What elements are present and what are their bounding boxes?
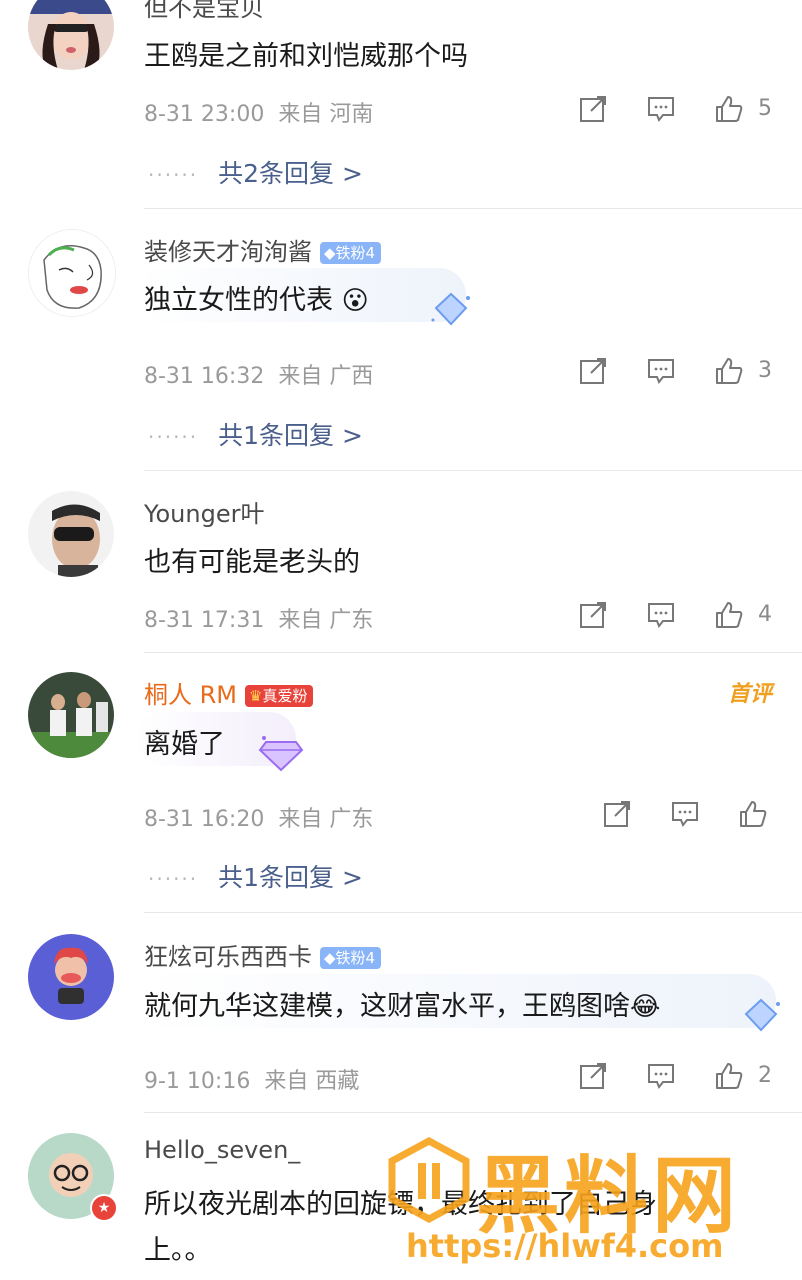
like-icon[interactable] <box>714 600 744 630</box>
comment-meta: 8-31 23:00 来自 河南 <box>144 96 373 128</box>
comment-location: 来自 西藏 <box>264 1069 360 1094</box>
username[interactable]: Younger叶 <box>144 494 264 529</box>
comment-meta: 8-31 16:20 来自 广东 <box>144 801 373 833</box>
divider <box>144 470 802 471</box>
comment-text-line2: 上。。 <box>144 1235 212 1266</box>
view-replies-link[interactable]: ······ 共1条回复 > <box>148 416 363 452</box>
comment-date: 8-31 23:00 <box>144 102 265 127</box>
reply-count[interactable]: 共1条回复 > <box>218 863 363 892</box>
reply-dots: ······ <box>148 867 199 891</box>
reply-count[interactable]: 共2条回复 > <box>218 159 363 188</box>
avatar[interactable] <box>28 934 114 1020</box>
like-icon[interactable] <box>714 356 744 386</box>
surprised-emoji-icon: 😮 <box>341 286 369 316</box>
comment-date: 9-1 10:16 <box>144 1069 251 1094</box>
username: 桐人 RM ♛真爱粉 <box>144 675 314 710</box>
comment-date: 8-31 16:32 <box>144 364 265 389</box>
first-comment-label: 首评 <box>727 682 772 707</box>
crown-icon: ♛ <box>249 687 263 705</box>
share-icon[interactable] <box>578 600 608 630</box>
divider <box>144 912 802 913</box>
share-icon[interactable] <box>602 799 632 829</box>
purple-gem-icon <box>258 736 304 772</box>
share-icon[interactable] <box>578 94 608 124</box>
iron-fan-badge: ◆铁粉4 <box>320 242 382 264</box>
divider <box>144 652 802 653</box>
like-count: 3 <box>758 358 772 383</box>
watermark: 黑料网 https://hlwf4.com <box>388 1135 788 1265</box>
comment-icon[interactable] <box>646 600 676 630</box>
verified-badge-icon: ★ <box>90 1194 118 1222</box>
badge-label: 铁粉4 <box>335 949 376 967</box>
share-icon[interactable] <box>578 1061 608 1091</box>
reply-dots: ······ <box>148 163 199 187</box>
comment-meta: 9-1 10:16 来自 西藏 <box>144 1063 359 1095</box>
comment-icon[interactable] <box>670 799 700 829</box>
comment-icon[interactable] <box>646 94 676 124</box>
laugh-cry-emoji-icon: 😂 <box>630 992 661 1022</box>
view-replies-link[interactable]: ······ 共2条回复 > <box>148 154 363 190</box>
comment-meta: 8-31 16:32 来自 广西 <box>144 358 373 390</box>
diamond-sparkle-icon <box>744 998 780 1032</box>
view-replies-link[interactable]: ······ 共1条回复 > <box>148 858 363 894</box>
like-icon[interactable] <box>714 1061 744 1091</box>
username-text[interactable]: 桐人 RM <box>144 681 237 709</box>
username-text[interactable]: 装修天才洵洵酱 <box>144 238 312 266</box>
like-count: 4 <box>758 602 772 627</box>
watermark-logo-icon <box>388 1137 470 1223</box>
comment-text: 王鸥是之前和刘恺威那个吗 <box>144 41 468 72</box>
like-icon[interactable] <box>738 799 768 829</box>
like-icon[interactable] <box>714 94 744 124</box>
comment-text-body: 独立女性的代表 <box>144 285 333 316</box>
comment-date: 8-31 17:31 <box>144 608 265 633</box>
like-count: 2 <box>758 1063 772 1088</box>
action-bar: 2 <box>578 1061 778 1093</box>
badge-label: 铁粉4 <box>335 244 376 262</box>
action-bar: 5 <box>578 94 778 126</box>
username: 装修天才洵洵酱 ◆铁粉4 <box>144 232 382 267</box>
username: 狂炫可乐西西卡 ◆铁粉4 <box>144 937 382 972</box>
avatar[interactable] <box>28 672 114 758</box>
comment-location: 来自 河南 <box>278 102 374 127</box>
comment-text: 独立女性的代表 😮 <box>144 278 369 317</box>
diamond-icon: ◆ <box>324 244 336 262</box>
avatar[interactable] <box>28 229 116 317</box>
badge-label: 真爱粉 <box>262 687 308 705</box>
comment-location: 来自 广西 <box>278 364 374 389</box>
true-love-badge: ♛真爱粉 <box>245 685 314 707</box>
action-bar: 4 <box>578 600 778 632</box>
comment-text: 离婚了 <box>144 729 225 760</box>
reply-count[interactable]: 共1条回复 > <box>218 421 363 450</box>
comment-location: 来自 广东 <box>278 608 374 633</box>
action-bar <box>602 799 778 831</box>
comment-icon[interactable] <box>646 1061 676 1091</box>
watermark-url: https://hlwf4.com <box>406 1227 724 1265</box>
like-count: 5 <box>758 96 772 121</box>
comment-date: 8-31 16:20 <box>144 807 265 832</box>
comment-text: 就何九华这建模，这财富水平，王鸥图啥😂 <box>144 984 660 1023</box>
reply-dots: ······ <box>148 425 199 449</box>
iron-fan-badge: ◆铁粉4 <box>320 947 382 969</box>
comment-text: 也有可能是老头的 <box>144 547 360 578</box>
divider <box>144 208 802 209</box>
comment-text-body: 就何九华这建模，这财富水平，王鸥图啥 <box>144 991 630 1022</box>
diamond-icon: ◆ <box>324 949 336 967</box>
comment-meta: 8-31 17:31 来自 广东 <box>144 602 373 634</box>
avatar[interactable] <box>28 491 114 577</box>
divider <box>144 1112 802 1113</box>
comment-icon[interactable] <box>646 356 676 386</box>
diamond-sparkle-icon <box>431 292 470 326</box>
username[interactable]: 但不是宝贝 <box>144 0 264 23</box>
avatar[interactable] <box>28 0 114 70</box>
username[interactable]: Hello_seven_ <box>144 1136 300 1164</box>
comment-location: 来自 广东 <box>278 807 374 832</box>
share-icon[interactable] <box>578 356 608 386</box>
username-text[interactable]: 狂炫可乐西西卡 <box>144 943 312 971</box>
action-bar: 3 <box>578 356 778 388</box>
